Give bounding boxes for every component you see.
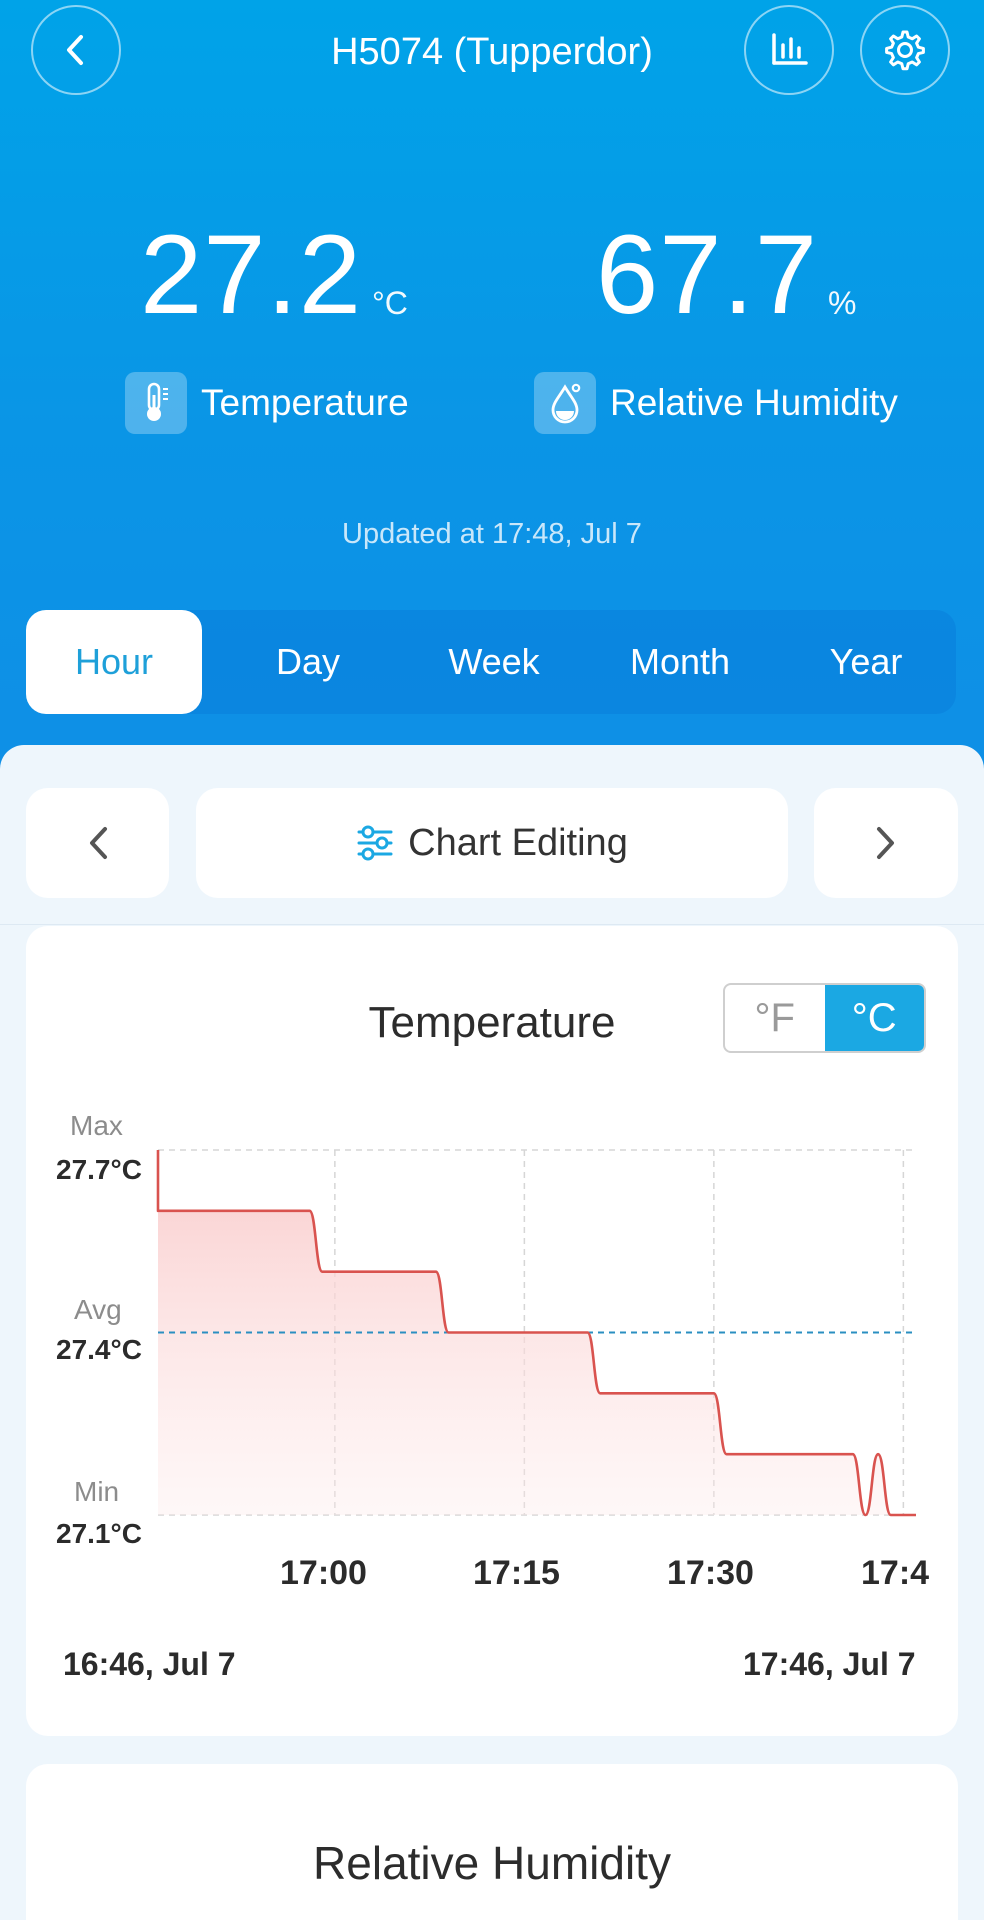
x-tick-label: 17:4 [861,1554,930,1592]
range-start: 16:46, Jul 7 [63,1646,236,1682]
temperature-chart [156,1149,916,1517]
x-tick-label: 17:15 [473,1554,560,1592]
humidity-chart-title: Relative Humidity [313,1837,671,1889]
range-end: 17:46, Jul 7 [743,1646,916,1682]
x-tick-label: 17:00 [280,1554,367,1592]
x-tick-label: 17:30 [667,1554,754,1592]
humidity-chart-card: Relative Humidity [26,1764,958,1920]
